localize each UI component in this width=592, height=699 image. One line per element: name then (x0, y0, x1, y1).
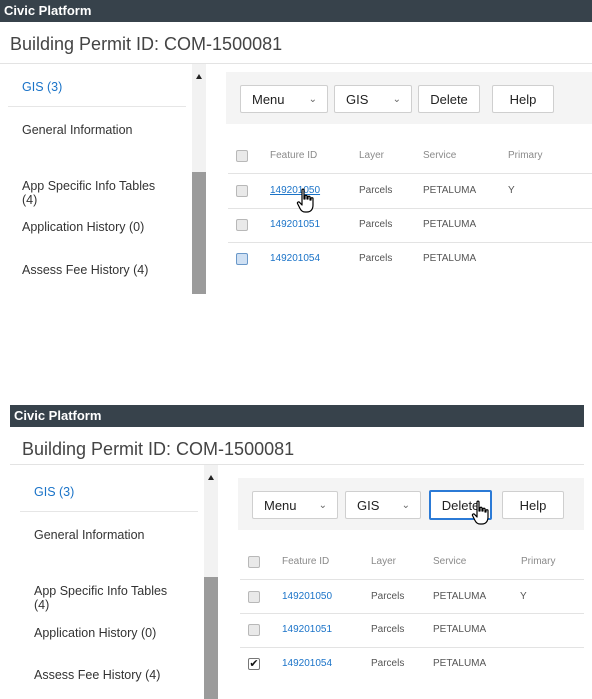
sidebar-item-label: General Information (34, 528, 145, 542)
sidebar-item-application-history[interactable]: Application History (0) (34, 626, 210, 640)
scroll-up-arrow-icon[interactable] (196, 74, 202, 79)
feature-id-link[interactable]: 149201051 (282, 624, 332, 635)
sidebar-item-app-specific-info-tables[interactable]: App Specific Info Tables (4) (22, 165, 198, 207)
chevron-down-icon: ⌄ (392, 94, 401, 105)
scrollbar-thumb[interactable] (204, 577, 218, 699)
scrollbar-thumb[interactable] (192, 172, 206, 294)
help-button-label: Help (519, 498, 547, 513)
page-title: Building Permit ID: COM-1500081 (10, 34, 283, 54)
sidebar: GIS (3) General Information App Specific… (8, 64, 208, 294)
gis-dropdown-label: GIS (346, 92, 369, 107)
column-header-feature-id[interactable]: Feature ID (282, 556, 329, 567)
table-row[interactable]: 149201051 Parcels PETALUMA (240, 613, 584, 647)
sidebar-item-label: GIS (3) (34, 485, 75, 499)
sidebar-item-gis[interactable]: GIS (3) (34, 485, 210, 499)
divider (8, 106, 186, 107)
sidebar: GIS (3) General Information App Specific… (20, 465, 220, 699)
sidebar-item-label: Application History (0) (22, 220, 145, 234)
service-cell: PETALUMA (423, 219, 477, 230)
menu-dropdown[interactable]: Menu ⌄ (252, 491, 338, 519)
feature-id-link[interactable]: 149201051 (270, 219, 320, 230)
table-row[interactable]: 149201050 Parcels PETALUMA Y (228, 174, 592, 208)
feature-id-link[interactable]: 149201050 (282, 591, 332, 602)
chevron-down-icon: ⌄ (318, 500, 327, 511)
page-title: Building Permit ID: COM-1500081 (22, 439, 295, 459)
sidebar-item-label: Assess Fee History (4) (22, 263, 149, 277)
divider (20, 511, 198, 512)
menu-dropdown[interactable]: Menu ⌄ (240, 85, 328, 113)
table-header: Feature ID Layer Service Primary (228, 139, 592, 173)
layer-cell: Parcels (359, 219, 393, 230)
feature-id-link[interactable]: 149201054 (270, 253, 320, 264)
menu-dropdown-label: Menu (264, 498, 297, 513)
layer-cell: Parcels (371, 591, 405, 602)
sidebar-item-gis[interactable]: GIS (3) (22, 80, 198, 94)
layer-cell: Parcels (359, 253, 393, 264)
select-all-checkbox[interactable] (248, 556, 260, 568)
sidebar-item-label: Assess Fee History (4) (34, 668, 161, 682)
row-checkbox[interactable] (236, 185, 248, 197)
table-row[interactable]: 149201054 Parcels PETALUMA (228, 242, 592, 276)
table-row[interactable]: ✔ 149201054 Parcels PETALUMA (240, 647, 584, 681)
layer-cell: Parcels (371, 624, 405, 635)
app-title: Civic Platform (14, 408, 102, 423)
chevron-down-icon: ⌄ (308, 94, 317, 105)
scroll-up-arrow-icon[interactable] (208, 475, 214, 480)
gis-dropdown-label: GIS (357, 498, 380, 513)
app-title: Civic Platform (4, 3, 92, 18)
select-all-checkbox[interactable] (236, 150, 248, 162)
primary-cell: Y (520, 591, 527, 602)
row-checkbox[interactable] (236, 253, 248, 265)
column-header-layer[interactable]: Layer (371, 556, 396, 567)
chevron-down-icon: ⌄ (401, 500, 410, 511)
sidebar-item-assess-fee-history[interactable]: Assess Fee History (4) (22, 263, 198, 277)
service-cell: PETALUMA (423, 185, 477, 196)
delete-button-label: Delete (430, 92, 468, 107)
sidebar-item-label: App Specific Info Tables (4) (22, 179, 156, 207)
sidebar-item-application-history[interactable]: Application History (0) (22, 220, 198, 234)
feature-id-link[interactable]: 149201054 (282, 658, 332, 669)
table-header: Feature ID Layer Service Primary (240, 545, 584, 579)
sidebar-item-assess-fee-history[interactable]: Assess Fee History (4) (34, 668, 210, 682)
table-row[interactable]: 149201050 Parcels PETALUMA Y (240, 580, 584, 614)
column-header-primary[interactable]: Primary (508, 150, 542, 161)
screenshot-2: Civic Platform Building Permit ID: COM-1… (0, 405, 592, 699)
row-checkbox-checked[interactable]: ✔ (248, 658, 260, 670)
service-cell: PETALUMA (433, 658, 487, 669)
row-checkbox[interactable] (248, 624, 260, 636)
primary-cell: Y (508, 185, 515, 196)
help-button-label: Help (509, 92, 537, 107)
sidebar-item-app-specific-info-tables[interactable]: App Specific Info Tables (4) (34, 570, 210, 612)
help-button[interactable]: Help (492, 85, 554, 113)
gis-dropdown[interactable]: GIS ⌄ (334, 85, 412, 113)
column-header-feature-id[interactable]: Feature ID (270, 150, 317, 161)
sidebar-item-label: App Specific Info Tables (4) (34, 584, 168, 612)
column-header-layer[interactable]: Layer (359, 150, 384, 161)
sidebar-item-label: GIS (3) (22, 80, 63, 94)
service-cell: PETALUMA (423, 253, 477, 264)
layer-cell: Parcels (359, 185, 393, 196)
sidebar-item-label: General Information (22, 123, 133, 137)
menu-dropdown-label: Menu (252, 92, 285, 107)
delete-button[interactable]: Delete (418, 85, 480, 113)
row-checkbox[interactable] (248, 591, 260, 603)
service-cell: PETALUMA (433, 591, 487, 602)
gis-dropdown[interactable]: GIS ⌄ (345, 491, 421, 519)
column-header-service[interactable]: Service (433, 556, 466, 567)
app-header-bar: Civic Platform (10, 405, 584, 427)
help-button[interactable]: Help (502, 491, 564, 519)
sidebar-item-general-information[interactable]: General Information (22, 123, 198, 137)
layer-cell: Parcels (371, 658, 405, 669)
column-header-service[interactable]: Service (423, 150, 456, 161)
hand-cursor-icon (471, 500, 489, 525)
column-header-primary[interactable]: Primary (521, 556, 555, 567)
service-cell: PETALUMA (433, 624, 487, 635)
hand-cursor-icon (296, 188, 314, 213)
row-checkbox[interactable] (236, 219, 248, 231)
sidebar-item-label: Application History (0) (34, 626, 157, 640)
screenshot-1: Civic Platform Building Permit ID: COM-1… (0, 0, 592, 295)
table-row[interactable]: 149201051 Parcels PETALUMA (228, 208, 592, 242)
sidebar-item-general-information[interactable]: General Information (34, 528, 210, 542)
app-header-bar: Civic Platform (0, 0, 592, 22)
